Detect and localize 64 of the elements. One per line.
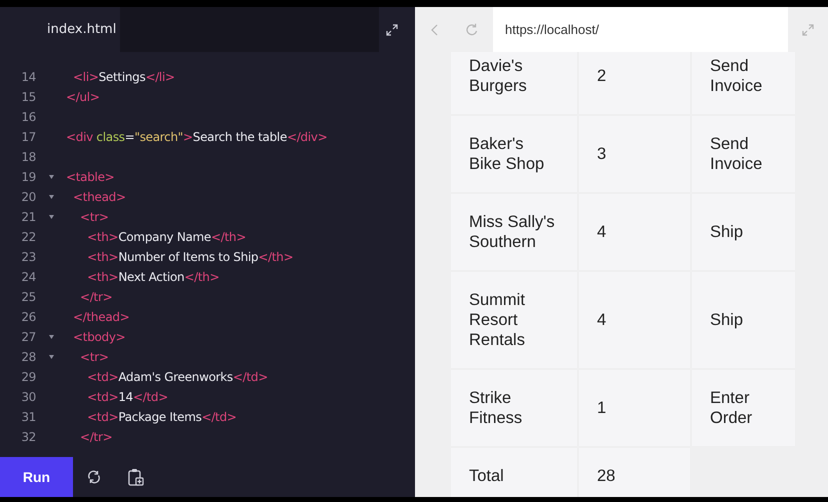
line-number: 32 [20,430,36,444]
code-line: <td>14</td> [86,390,168,404]
line-number: 21 [20,210,36,224]
table-cell: Strike Fitness [451,370,577,446]
line-number: 14 [20,70,36,84]
code-line: <li>Settings</li> [72,70,175,84]
fold-arrow-icon[interactable] [48,335,54,339]
line-number: 28 [20,350,36,364]
address-bar[interactable]: https://localhost/ [493,7,788,52]
table-cell: Ship [692,272,795,368]
table-cell: Summit Resort Rentals [451,272,577,368]
clipboard-add-icon[interactable] [128,468,144,486]
code-line: <td>Package Items</td> [86,410,237,424]
code-line: <tr> [79,210,109,224]
line-number: 16 [20,110,36,124]
line-number: 20 [20,190,36,204]
code-line: <thead> [72,190,126,204]
file-tab[interactable]: index.html [47,7,120,52]
table-cell: Davie's Burgers [451,52,577,114]
table-cell: 4 [579,272,690,368]
table-cell: Send Invoice [692,116,795,192]
table-cell: 28 [579,448,690,497]
table-cell: 1 [579,370,690,446]
fold-arrow-icon[interactable] [48,175,54,179]
line-number: 27 [20,330,36,344]
table-cell: Enter Order [692,370,795,446]
table-cell: 4 [579,194,690,270]
code-line: </ul> [66,90,100,104]
table-cell: 2 [579,52,690,114]
code-line: <td>Adam's Greenworks</td> [86,370,268,384]
code-line: <div class="search">Search the table</div> [66,130,328,144]
line-number: 18 [20,150,36,164]
fold-arrow-icon[interactable] [48,195,54,199]
run-button[interactable]: Run [0,457,73,497]
code-line: <tr> [79,350,109,364]
line-number: 26 [20,310,36,324]
line-number: 15 [20,90,36,104]
line-number: 24 [20,270,36,284]
code-line: <table> [66,170,114,184]
line-number: 29 [20,370,36,384]
code-line: <th>Company Name</th> [86,230,246,244]
line-number: 17 [20,130,36,144]
code-line: <tbody> [72,330,126,344]
table-cell: 3 [579,116,690,192]
expand-icon[interactable] [386,24,398,36]
line-number: 22 [20,230,36,244]
code-line: <th>Next Action</th> [86,270,220,284]
line-number: 30 [20,390,36,404]
refresh-icon[interactable] [87,470,101,484]
table-cell: Miss Sally's Southern [451,194,577,270]
table-cell: Total [451,448,577,497]
code-line: <th>Number of Items to Ship</th> [86,250,294,264]
code-line: </thead> [72,310,130,324]
code-line: </tr> [79,290,112,304]
line-number: 23 [20,250,36,264]
table-cell: Ship [692,194,795,270]
line-number: 25 [20,290,36,304]
line-number: 19 [20,170,36,184]
table-cell: Send Invoice [692,52,795,114]
fold-arrow-icon[interactable] [48,355,54,359]
line-number: 31 [20,410,36,424]
table-cell: Baker's Bike Shop [451,116,577,192]
fold-arrow-icon[interactable] [48,215,54,219]
code-line: </tr> [79,430,112,444]
